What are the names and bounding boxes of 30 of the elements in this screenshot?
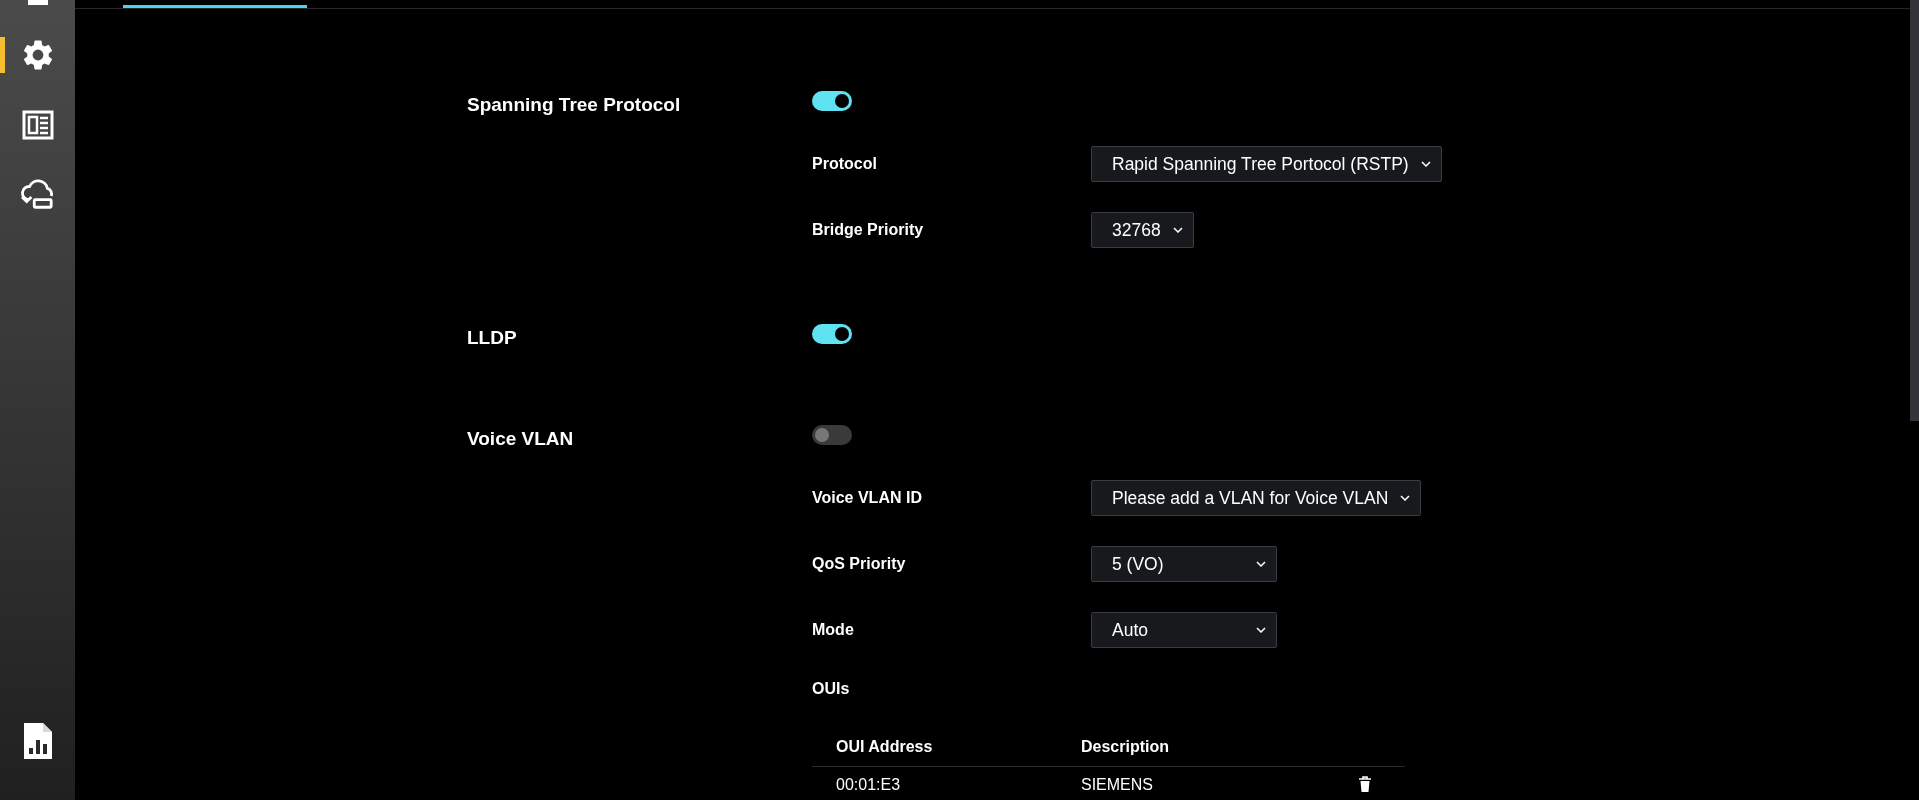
field-label: QoS Priority bbox=[812, 555, 907, 573]
scrollbar[interactable] bbox=[1910, 0, 1919, 421]
column-header: OUI Address bbox=[836, 738, 934, 756]
table-cell-text: SIEMENS bbox=[1081, 776, 1154, 794]
dropdown[interactable]: Rapid Spanning Tree Portocol (RSTP) bbox=[1091, 146, 1442, 182]
field-label: Voice VLAN ID bbox=[812, 489, 923, 507]
chevron-down-icon bbox=[1172, 227, 1183, 233]
section-title: Spanning Tree Protocol bbox=[467, 94, 682, 116]
field-label: Mode bbox=[812, 621, 855, 639]
field-label: Protocol bbox=[812, 155, 878, 173]
dropdown[interactable]: Auto bbox=[1091, 612, 1277, 648]
chart-file-icon bbox=[22, 722, 53, 760]
chevron-down-icon bbox=[1256, 561, 1266, 567]
trash-icon[interactable] bbox=[1358, 776, 1372, 794]
dropdown[interactable]: 32768 bbox=[1091, 212, 1194, 248]
chevron-down-icon bbox=[1400, 495, 1411, 501]
dropdown[interactable]: Please add a VLAN for Voice VLAN bbox=[1091, 480, 1422, 516]
newspaper-icon bbox=[21, 109, 54, 141]
field-label: Bridge Priority bbox=[812, 221, 925, 239]
dropdown[interactable]: 5 (VO) bbox=[1091, 546, 1277, 582]
toggle-switch[interactable] bbox=[812, 324, 852, 344]
chevron-down-icon bbox=[1256, 627, 1266, 633]
table-cell-text: 00:01:E3 bbox=[836, 776, 902, 794]
section-title: Voice VLAN bbox=[467, 428, 575, 450]
section-title: LLDP bbox=[467, 327, 518, 349]
column-header: Description bbox=[1081, 738, 1170, 756]
chevron-down-icon bbox=[1420, 161, 1431, 167]
toggle-switch[interactable] bbox=[812, 91, 852, 111]
field-label: OUIs bbox=[812, 680, 850, 698]
toggle-switch[interactable] bbox=[812, 425, 852, 445]
